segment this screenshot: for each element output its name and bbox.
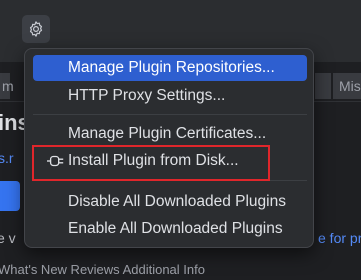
settings-gear-button[interactable]	[22, 15, 50, 43]
menu-item-label: Disable All Downloaded Plugins	[68, 193, 286, 210]
bg-tab-misc-label: Mis	[339, 78, 361, 94]
bg-tab-right[interactable]	[315, 73, 331, 99]
menu-item-disable-downloaded[interactable]: Disable All Downloaded Plugins	[33, 189, 307, 215]
install-button[interactable]	[0, 181, 20, 211]
menu-item-label: Manage Plugin Certificates...	[68, 125, 267, 142]
bg-tab-left-label: m	[2, 78, 14, 94]
menu-item-label: Enable All Downloaded Plugins	[68, 220, 283, 237]
highlight-annotation	[32, 145, 270, 181]
bg-tab-misc[interactable]: Mis	[333, 73, 361, 99]
plugin-description: e v	[0, 230, 16, 246]
menu-item-label: HTTP Proxy Settings...	[68, 87, 226, 104]
menu-item-http-proxy[interactable]: HTTP Proxy Settings...	[33, 83, 307, 109]
plugin-link[interactable]: s.r	[0, 150, 14, 166]
menu-item-manage-repositories[interactable]: Manage Plugin Repositories...	[33, 55, 307, 81]
plugin-description-link[interactable]: e for pr	[318, 230, 361, 246]
menu-item-manage-certificates[interactable]: Manage Plugin Certificates...	[33, 121, 307, 147]
gear-icon	[29, 21, 43, 37]
menu-separator	[33, 114, 307, 115]
plugin-detail-tabs[interactable]: What's New Reviews Additional Info	[0, 262, 205, 277]
bg-tab-left[interactable]: m	[0, 73, 14, 99]
menu-item-label: Manage Plugin Repositories...	[68, 59, 275, 76]
menu-item-enable-downloaded[interactable]: Enable All Downloaded Plugins	[33, 216, 307, 242]
